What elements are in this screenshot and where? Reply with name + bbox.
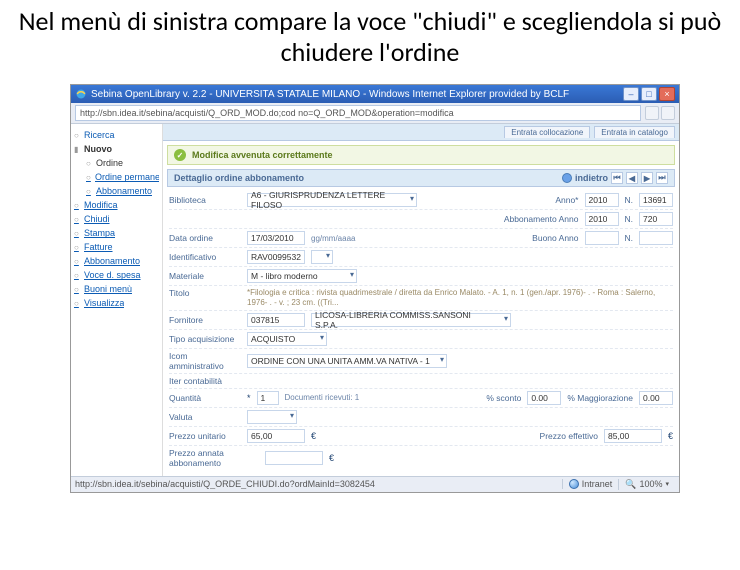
maximize-button[interactable]: □ (641, 87, 657, 101)
euro-3: € (329, 453, 334, 463)
valuta-select[interactable] (247, 410, 297, 424)
abb-n-field[interactable]: 720 (639, 212, 673, 226)
sidebar-item-stampa[interactable]: ○Stampa (74, 226, 159, 240)
materiale-select[interactable]: M - libro moderno (247, 269, 357, 283)
status-url: http://sbn.idea.it/sebina/acquisti/Q_ORD… (75, 479, 562, 489)
prev-button[interactable]: ◀ (626, 172, 638, 184)
sidebar-item-chiudi[interactable]: ○Chiudi (74, 212, 159, 226)
anno-field[interactable]: 2010 (585, 193, 619, 207)
globe-icon (569, 479, 579, 489)
contabilita-label: Iter contabilità (169, 376, 241, 386)
sidebar-item-nuovo[interactable]: ▮Nuovo (74, 142, 159, 156)
prezzo-eff-label: Prezzo effettivo (540, 431, 598, 441)
data-label: Data ordine (169, 233, 241, 243)
close-window-button[interactable]: × (659, 87, 675, 101)
section-header: Dettaglio ordine abbonamento indietro ⏮ … (167, 169, 675, 187)
success-text: Modifica avvenuta correttamente (192, 150, 333, 160)
prezzo-eff-field[interactable]: 85,00 (604, 429, 662, 443)
anno-label: Anno* (555, 195, 578, 205)
main-pane: Entrata collocazione Entrata in catalogo… (163, 124, 679, 475)
doc-ricevuti: Documenti ricevuti: 1 (285, 393, 360, 402)
sidebar-item-ordine-perm[interactable]: ○Ordine permanente (86, 170, 159, 184)
data-field[interactable]: 17/03/2010 (247, 231, 305, 245)
tipo-label: Tipo acquisizione (169, 334, 241, 344)
section-title: Dettaglio ordine abbonamento (174, 173, 304, 183)
back-icon[interactable] (562, 173, 572, 183)
euro-2: € (668, 431, 673, 441)
sidebar-item-buoni[interactable]: ○Buoni menù (74, 282, 159, 296)
sidebar: ○Ricerca ▮Nuovo ○Ordine ○Ordine permanen… (71, 124, 163, 475)
sconto-label: % sconto (486, 393, 521, 403)
fornitore-code[interactable]: 037815 (247, 313, 305, 327)
n-field[interactable]: 13691 (639, 193, 673, 207)
annata-field[interactable] (265, 451, 323, 465)
status-zone: Intranet (582, 479, 613, 489)
order-form: Biblioteca A6 - GIURISPRUDENZA LETTERE F… (163, 187, 679, 475)
sidebar-item-abbonamento-nuovo[interactable]: ○Abbonamento (86, 184, 159, 198)
check-icon: ✓ (174, 149, 186, 161)
sconto-field[interactable]: 0.00 (527, 391, 561, 405)
ident-field[interactable]: RAV0099532 (247, 250, 305, 264)
zoom-icon: 🔍 (625, 479, 636, 490)
materiale-label: Materiale (169, 271, 241, 281)
titolo-text: *Filologia e critica : rivista quadrimes… (247, 288, 673, 307)
magg-label: % Maggiorazione (567, 393, 633, 403)
tabstrip: Entrata collocazione Entrata in catalogo (163, 124, 679, 141)
n-label: N. (625, 195, 634, 205)
sidebar-item-modifica[interactable]: ○Modifica (74, 198, 159, 212)
sidebar-item-fatture[interactable]: ○Fatture (74, 240, 159, 254)
refresh-icon[interactable] (645, 106, 659, 120)
fornitore-select[interactable]: LICOSA-LIBRERIA COMMISS.SANSONI S.P.A. (311, 313, 511, 327)
abb-anno-label: Abbonamento Anno (504, 214, 579, 224)
quantita-field[interactable]: 1 (257, 391, 279, 405)
biblioteca-select[interactable]: A6 - GIURISPRUDENZA LETTERE FILOSO (247, 193, 417, 207)
success-message: ✓ Modifica avvenuta correttamente (167, 145, 675, 165)
abb-n-label: N. (625, 214, 634, 224)
sidebar-item-voce-spesa[interactable]: ○Voce d. spesa (74, 268, 159, 282)
tab-entrata-coll[interactable]: Entrata collocazione (504, 126, 590, 138)
magg-field[interactable]: 0.00 (639, 391, 673, 405)
ident-label: Identificativo (169, 252, 241, 262)
valuta-label: Valuta (169, 412, 241, 422)
abb-anno-field[interactable]: 2010 (585, 212, 619, 226)
slide-title: Nel menù di sinistra compare la voce "ch… (0, 0, 740, 78)
prezzo-field[interactable]: 65,00 (247, 429, 305, 443)
back-label[interactable]: indietro (575, 173, 608, 183)
fornitore-label: Fornitore (169, 315, 241, 325)
first-button[interactable]: ⏮ (611, 172, 623, 184)
tipo-select[interactable]: ACQUISTO (247, 332, 327, 346)
sidebar-item-abbonamento[interactable]: ○Abbonamento (74, 254, 159, 268)
buono-n-label: N. (625, 233, 634, 243)
sidebar-item-ordine[interactable]: ○Ordine (86, 156, 159, 170)
data-format: gg/mm/aaaa (311, 234, 355, 243)
buono-label: Buono Anno (532, 233, 578, 243)
sidebar-item-ricerca[interactable]: ○Ricerca (74, 128, 159, 142)
buono-anno-field[interactable] (585, 231, 619, 245)
ie-icon (75, 88, 87, 100)
annata-label: Prezzo annata abbonamento (169, 448, 259, 468)
ident-select[interactable] (311, 250, 333, 264)
euro-1: € (311, 431, 316, 441)
statusbar: http://sbn.idea.it/sebina/acquisti/Q_ORD… (71, 476, 679, 492)
address-bar: http://sbn.idea.it/sebina/acquisti/Q_ORD… (71, 103, 679, 124)
amm-label: Icom amministrativo (169, 351, 241, 371)
quantita-star: * (247, 393, 251, 403)
quantita-label: Quantità (169, 393, 241, 403)
prezzo-label: Prezzo unitario (169, 431, 241, 441)
status-zoom: 100% (639, 479, 662, 489)
minimize-button[interactable]: – (623, 87, 639, 101)
next-button[interactable]: ▶ (641, 172, 653, 184)
window-title: Sebina OpenLibrary v. 2.2 - UNIVERSITA S… (91, 89, 623, 100)
tab-entrata-cat[interactable]: Entrata in catalogo (594, 126, 675, 138)
biblioteca-label: Biblioteca (169, 195, 241, 205)
stop-icon[interactable] (661, 106, 675, 120)
amm-select[interactable]: ORDINE CON UNA UNITA AMM.VA NATIVA - 1 (247, 354, 447, 368)
titlebar: Sebina OpenLibrary v. 2.2 - UNIVERSITA S… (71, 85, 679, 103)
address-input[interactable]: http://sbn.idea.it/sebina/acquisti/Q_ORD… (75, 105, 641, 121)
last-button[interactable]: ⏭ (656, 172, 668, 184)
sidebar-item-visualizza[interactable]: ○Visualizza (74, 296, 159, 310)
titolo-label: Titolo (169, 288, 241, 298)
browser-window: Sebina OpenLibrary v. 2.2 - UNIVERSITA S… (70, 84, 680, 492)
buono-n-field[interactable] (639, 231, 673, 245)
